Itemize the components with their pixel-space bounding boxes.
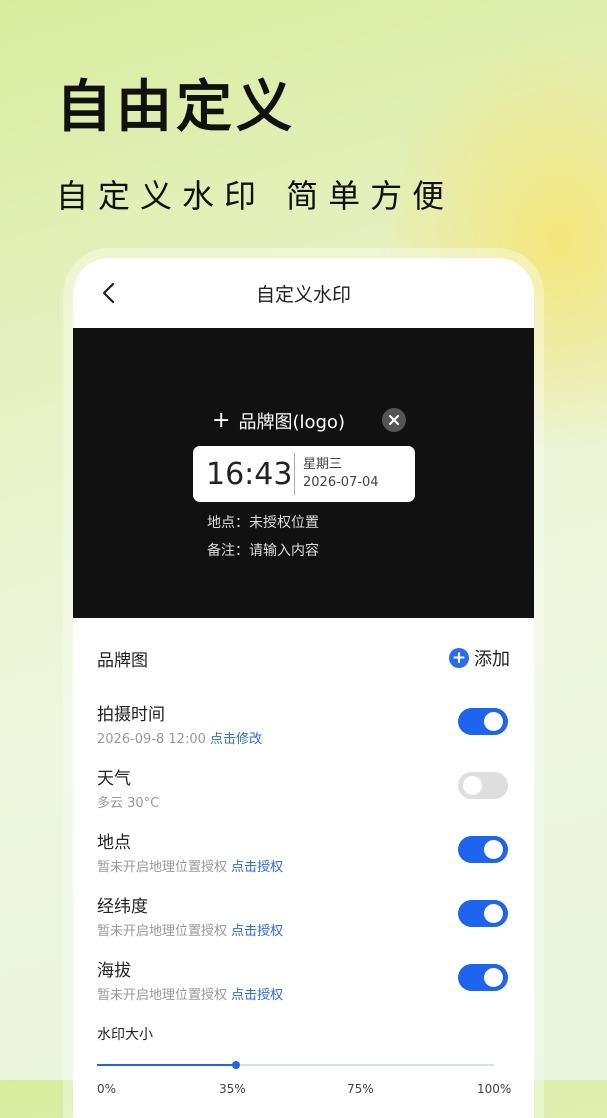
watermark-date: 2026-07-04 (303, 475, 379, 490)
toggle-altitude[interactable] (458, 964, 508, 991)
watermark-location: 地点：未授权位置 (207, 515, 319, 531)
toggle-shoot-time[interactable] (458, 708, 508, 735)
authorize-altitude-link[interactable]: 点击授权 (231, 988, 283, 1003)
setting-title: 经纬度 (97, 897, 148, 917)
setting-title: 拍摄时间 (97, 705, 165, 725)
slider-tick: 0% (97, 1082, 117, 1096)
setting-row-location: 地点 暂未开启地理位置授权 点击授权 (97, 826, 510, 890)
watermark-time: 16:43 (206, 456, 293, 492)
authorize-location-link[interactable]: 点击授权 (231, 860, 283, 875)
chevron-left-icon[interactable] (97, 280, 123, 306)
toggle-coordinates[interactable] (458, 900, 508, 927)
setting-row-weather: 天气 多云 30°C (97, 762, 510, 826)
slider-thumb[interactable] (232, 1061, 240, 1069)
setting-subtitle-text: 暂未开启地理位置授权 (97, 860, 228, 875)
slider-fill (97, 1064, 236, 1066)
setting-subtitle: 暂未开启地理位置授权 点击授权 (97, 856, 283, 875)
setting-row-altitude: 海拔 暂未开启地理位置授权 点击授权 (97, 954, 510, 1018)
edit-time-link[interactable]: 点击修改 (210, 732, 262, 747)
slider-tick: 35% (219, 1082, 246, 1096)
toggle-knob (463, 776, 482, 795)
settings-list: 品牌图 + 添加 拍摄时间 2026-09-8 12:00 点击修改 天气 多云… (73, 618, 534, 1102)
watermark-note: 备注：请输入内容 (207, 543, 319, 559)
slider-ticks: 0% 35% 75% 100% (97, 1082, 512, 1102)
watermark-time-card: 16:43 星期三 2026-07-04 (193, 446, 415, 502)
slider-tick: 100% (477, 1082, 512, 1096)
setting-title: 天气 (97, 769, 131, 789)
brand-logo-label: 品牌图(logo) (238, 412, 345, 433)
close-icon[interactable] (382, 408, 406, 432)
add-brand-button[interactable]: + 添加 (449, 645, 510, 671)
plus-circle-icon: + (449, 648, 469, 668)
hero-title: 自由定义 (56, 75, 296, 140)
toggle-knob (484, 968, 503, 987)
setting-subtitle-text: 多云 30°C (97, 796, 160, 811)
setting-subtitle: 2026-09-8 12:00 点击修改 (97, 728, 262, 747)
brand-logo-placeholder[interactable]: + 品牌图(logo) (73, 408, 534, 434)
watermark-weekday: 星期三 (303, 457, 343, 472)
setting-subtitle-text: 暂未开启地理位置授权 (97, 988, 228, 1003)
nav-bar: 自定义水印 (73, 258, 534, 328)
slider-tick: 75% (347, 1082, 374, 1096)
page-title: 自定义水印 (255, 283, 351, 306)
watermark-preview: + 品牌图(logo) 16:43 星期三 2026-07-04 地点：未授权位… (73, 328, 534, 618)
toggle-knob (484, 712, 503, 731)
divider (294, 453, 295, 495)
plus-icon: + (212, 408, 231, 433)
setting-title: 海拔 (97, 961, 131, 981)
toggle-knob (484, 840, 503, 859)
brand-section-label: 品牌图 (97, 650, 148, 671)
phone-screen: 自定义水印 + 品牌图(logo) 16:43 星期三 2026-07-04 地… (73, 258, 534, 1118)
setting-row-coordinates: 经纬度 暂未开启地理位置授权 点击授权 (97, 890, 510, 954)
authorize-coordinates-link[interactable]: 点击授权 (231, 924, 283, 939)
setting-subtitle-text: 2026-09-8 12:00 (97, 732, 206, 747)
toggle-weather[interactable] (458, 772, 508, 799)
brand-section: 品牌图 + 添加 (97, 618, 510, 698)
add-brand-label: 添加 (474, 649, 510, 670)
watermark-size-slider[interactable] (97, 1052, 510, 1082)
setting-subtitle-text: 暂未开启地理位置授权 (97, 924, 228, 939)
setting-row-shoot-time: 拍摄时间 2026-09-8 12:00 点击修改 (97, 698, 510, 762)
setting-subtitle: 多云 30°C (97, 792, 159, 811)
setting-title: 地点 (97, 833, 131, 853)
setting-subtitle: 暂未开启地理位置授权 点击授权 (97, 920, 283, 939)
watermark-size-label: 水印大小 (97, 1027, 153, 1043)
toggle-knob (484, 904, 503, 923)
toggle-location[interactable] (458, 836, 508, 863)
hero-subtitle: 自定义水印 简单方便 (56, 177, 455, 215)
setting-subtitle: 暂未开启地理位置授权 点击授权 (97, 984, 283, 1003)
